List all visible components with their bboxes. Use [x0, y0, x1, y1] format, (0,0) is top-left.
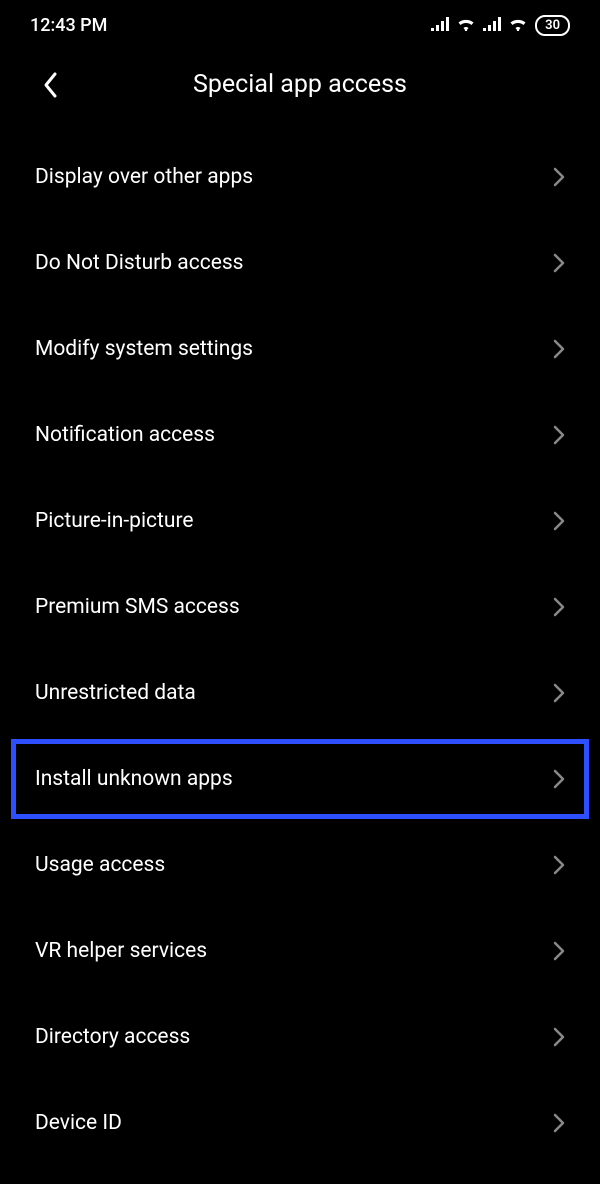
chevron-right-icon — [553, 1027, 565, 1047]
chevron-right-icon — [553, 597, 565, 617]
chevron-right-icon — [553, 941, 565, 961]
item-label: Notification access — [35, 423, 215, 447]
chevron-right-icon — [553, 683, 565, 703]
chevron-right-icon — [553, 253, 565, 273]
list-item-display-over-other-apps[interactable]: Display over other apps — [0, 134, 600, 220]
list-item-picture-in-picture[interactable]: Picture-in-picture — [0, 478, 600, 564]
status-time: 12:43 PM — [30, 15, 107, 36]
list-item-install-unknown-apps[interactable]: Install unknown apps — [8, 736, 592, 822]
settings-list: Display over other apps Do Not Disturb ac… — [0, 134, 600, 1166]
chevron-right-icon — [553, 855, 565, 875]
chevron-right-icon — [553, 511, 565, 531]
item-label: Display over other apps — [35, 165, 253, 189]
status-bar: 12:43 PM 30 — [0, 0, 600, 50]
chevron-right-icon — [553, 339, 565, 359]
wifi-icon-2 — [509, 15, 527, 36]
list-item-notification-access[interactable]: Notification access — [0, 392, 600, 478]
chevron-right-icon — [553, 1113, 565, 1133]
back-button[interactable] — [30, 65, 70, 105]
chevron-left-icon — [42, 71, 58, 99]
chevron-right-icon — [553, 855, 565, 875]
item-label: Premium SMS access — [35, 595, 240, 619]
item-label: Modify system settings — [35, 337, 253, 361]
chevron-right-icon — [553, 597, 565, 617]
item-label: Directory access — [35, 1025, 190, 1049]
list-item-premium-sms-access[interactable]: Premium SMS access — [0, 564, 600, 650]
chevron-right-icon — [553, 1113, 565, 1133]
status-icons: 30 — [431, 15, 570, 36]
chevron-right-icon — [553, 425, 565, 445]
item-label: Picture-in-picture — [35, 509, 194, 533]
page-title: Special app access — [30, 70, 570, 99]
item-label: Unrestricted data — [35, 681, 196, 705]
list-item-usage-access[interactable]: Usage access — [0, 822, 600, 908]
item-label: Usage access — [35, 853, 165, 877]
chevron-right-icon — [553, 167, 565, 187]
chevron-right-icon — [553, 167, 565, 187]
list-item-modify-system-settings[interactable]: Modify system settings — [0, 306, 600, 392]
wifi-icon — [457, 15, 475, 36]
chevron-right-icon — [553, 339, 565, 359]
list-item-directory-access[interactable]: Directory access — [0, 994, 600, 1080]
chevron-right-icon — [553, 683, 565, 703]
item-label: Do Not Disturb access — [35, 251, 244, 275]
list-item-do-not-disturb-access[interactable]: Do Not Disturb access — [0, 220, 600, 306]
chevron-right-icon — [553, 511, 565, 531]
list-item-device-id[interactable]: Device ID — [0, 1080, 600, 1166]
signal-icon-2 — [483, 15, 501, 36]
chevron-right-icon — [553, 941, 565, 961]
chevron-right-icon — [553, 1027, 565, 1047]
item-label: Device ID — [35, 1111, 122, 1135]
chevron-right-icon — [553, 253, 565, 273]
signal-icon — [431, 15, 449, 36]
item-label: VR helper services — [35, 939, 207, 963]
list-item-unrestricted-data[interactable]: Unrestricted data — [0, 650, 600, 736]
battery-indicator: 30 — [535, 15, 570, 36]
chevron-right-icon — [553, 425, 565, 445]
list-item-vr-helper-services[interactable]: VR helper services — [0, 908, 600, 994]
page-header: Special app access — [0, 50, 600, 134]
chevron-right-icon — [553, 769, 565, 789]
item-label: Install unknown apps — [35, 767, 233, 791]
chevron-right-icon — [553, 769, 565, 789]
